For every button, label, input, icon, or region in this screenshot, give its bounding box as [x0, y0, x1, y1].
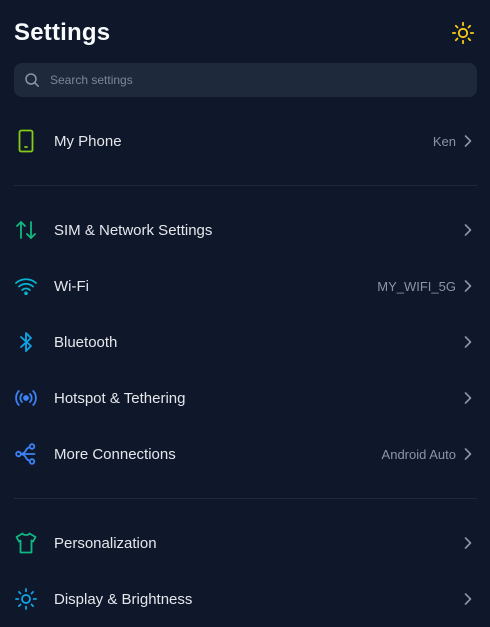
settings-item-display-brightness[interactable]: Display & Brightness	[0, 571, 490, 627]
settings-item-value: Ken	[432, 133, 456, 149]
chevron-right-icon	[463, 391, 473, 405]
sim-network-icon	[14, 218, 38, 242]
settings-item-label: Personalization	[54, 534, 157, 552]
chevron-right-icon	[463, 536, 473, 550]
chevron-right-icon	[463, 592, 473, 606]
chevron-right-icon	[463, 447, 473, 461]
settings-item-value: MY_WIFI_5G	[377, 278, 456, 294]
settings-item-my-phone[interactable]: My Phone Ken	[0, 113, 490, 169]
settings-item-hotspot[interactable]: Hotspot & Tethering	[0, 370, 490, 426]
settings-item-more-connections[interactable]: More Connections Android Auto	[0, 426, 490, 482]
page-title: Settings	[14, 19, 111, 46]
search-bar	[14, 63, 477, 97]
chevron-right-icon	[463, 335, 473, 349]
section-divider	[14, 498, 477, 499]
settings-item-label: Hotspot & Tethering	[54, 389, 186, 407]
settings-item-value: Android Auto	[381, 446, 456, 462]
connections-icon	[14, 442, 38, 466]
settings-item-bluetooth[interactable]: Bluetooth	[0, 314, 490, 370]
settings-item-label: Display & Brightness	[54, 590, 193, 608]
section-divider	[14, 185, 477, 186]
chevron-right-icon	[463, 134, 473, 148]
chevron-right-icon	[463, 279, 473, 293]
sun-icon	[451, 21, 475, 45]
settings-item-label: My Phone	[54, 132, 122, 150]
settings-item-label: Bluetooth	[54, 333, 118, 351]
header: Settings	[14, 16, 476, 50]
wifi-icon	[14, 274, 38, 298]
settings-item-label: More Connections	[54, 445, 176, 463]
bluetooth-icon	[14, 330, 38, 354]
settings-screen: Settings Search settings My Phone Ken SI…	[0, 0, 490, 627]
phone-icon	[14, 129, 38, 153]
settings-item-sim-network[interactable]: SIM & Network Settings	[0, 202, 490, 258]
chevron-right-icon	[463, 223, 473, 237]
search-icon	[24, 72, 40, 88]
settings-item-wifi[interactable]: Wi-Fi MY_WIFI_5G	[0, 258, 490, 314]
settings-item-label: SIM & Network Settings	[54, 221, 213, 239]
tshirt-icon	[14, 531, 38, 555]
theme-toggle-button[interactable]	[450, 20, 476, 46]
settings-item-personalization[interactable]: Personalization	[0, 515, 490, 571]
brightness-icon	[14, 587, 38, 611]
hotspot-icon	[14, 386, 38, 410]
search-input[interactable]	[48, 63, 477, 97]
settings-item-label: Wi-Fi	[54, 277, 89, 295]
